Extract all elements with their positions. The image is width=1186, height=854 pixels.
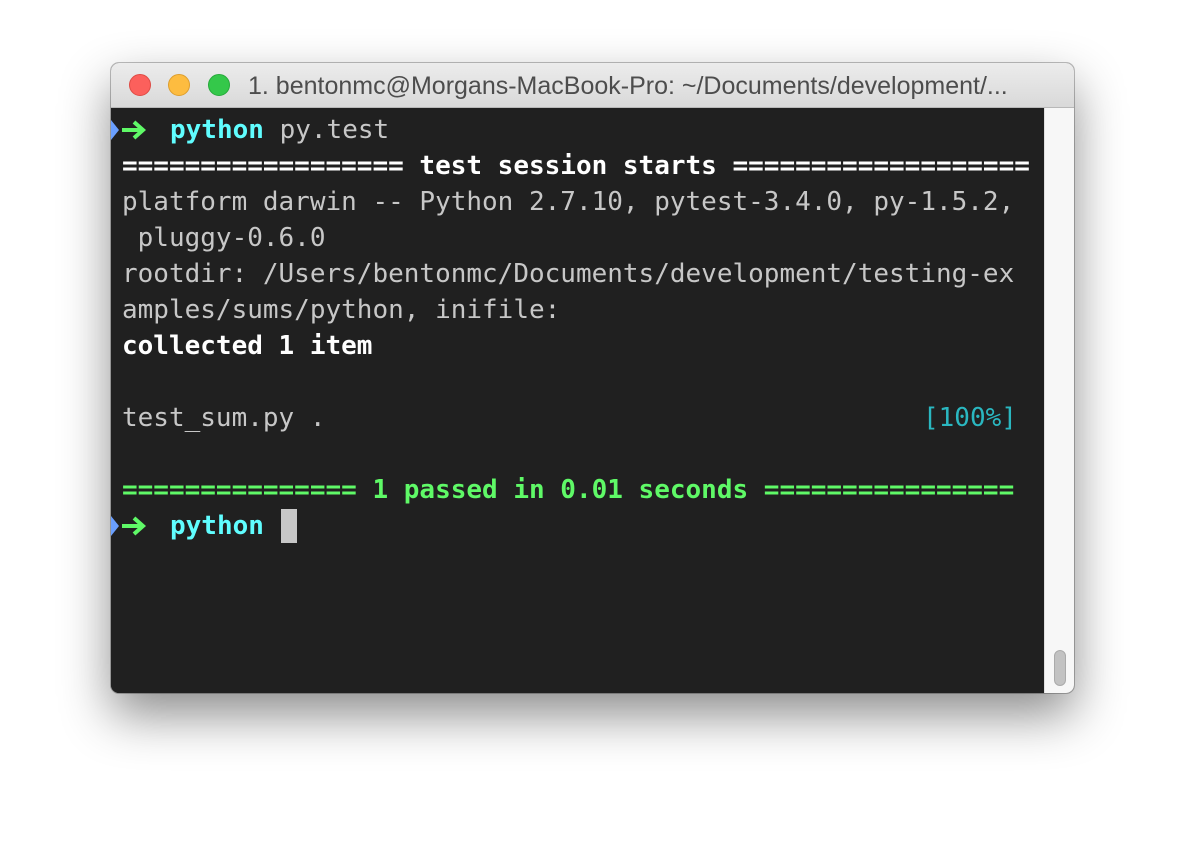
prompt-directory: python bbox=[170, 115, 264, 145]
platform-line-2: pluggy-0.6.0 bbox=[122, 223, 326, 253]
result-line: =============== 1 passed in 0.01 seconds… bbox=[122, 475, 1015, 505]
platform-line-1: platform darwin -- Python 2.7.10, pytest… bbox=[122, 187, 1015, 217]
prompt-line-1: python py.test bbox=[170, 112, 389, 148]
terminal-content[interactable]: python py.test ================== test s… bbox=[111, 108, 1044, 693]
prompt-arrow-icon bbox=[111, 120, 147, 140]
progress-indicator: [100%] bbox=[923, 403, 1017, 433]
prompt-directory: python bbox=[170, 511, 264, 541]
zoom-button[interactable] bbox=[208, 74, 230, 96]
session-header: ================== test session starts =… bbox=[122, 151, 1030, 181]
prompt-line-2: python bbox=[170, 508, 264, 544]
terminal-window: 1. bentonmc@Morgans-MacBook-Pro: ~/Docum… bbox=[111, 63, 1074, 693]
window-title: 1. bentonmc@Morgans-MacBook-Pro: ~/Docum… bbox=[248, 72, 1008, 100]
rootdir-line-2: amples/sums/python, inifile: bbox=[122, 295, 561, 325]
vertical-scrollbar[interactable] bbox=[1044, 108, 1074, 693]
prompt-command: py.test bbox=[279, 115, 390, 145]
scrollbar-thumb[interactable] bbox=[1054, 650, 1066, 686]
collected-line: collected 1 item bbox=[122, 331, 373, 361]
rootdir-line-1: rootdir: /Users/bentonmc/Documents/devel… bbox=[122, 259, 1015, 289]
test-file-line: test_sum.py . bbox=[122, 403, 326, 433]
close-button[interactable] bbox=[129, 74, 151, 96]
prompt-arrow-icon bbox=[111, 516, 147, 536]
title-bar[interactable]: 1. bentonmc@Morgans-MacBook-Pro: ~/Docum… bbox=[111, 63, 1074, 108]
text-cursor bbox=[281, 509, 297, 543]
minimize-button[interactable] bbox=[168, 74, 190, 96]
